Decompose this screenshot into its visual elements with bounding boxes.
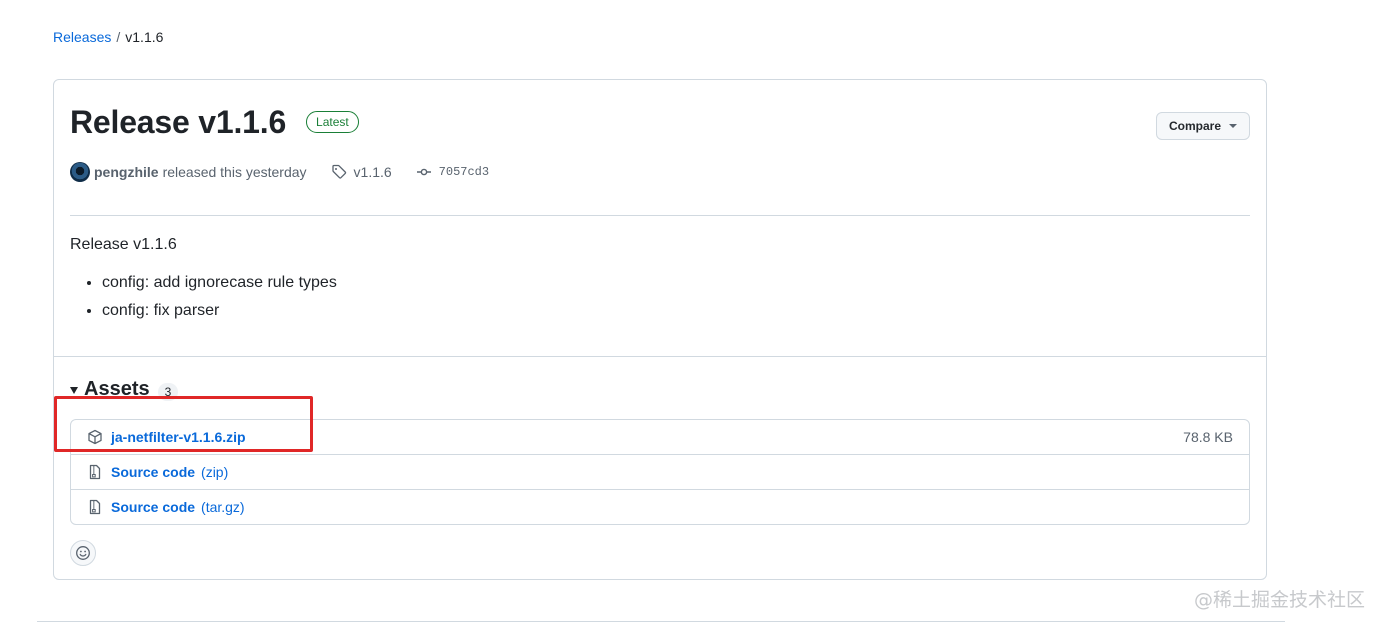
page-divider <box>37 621 1285 622</box>
compare-button[interactable]: Compare <box>1155 112 1250 140</box>
release-header: Release v1.1.6 Latest <box>70 102 359 142</box>
release-card: Release v1.1.6 Latest Compare pengzhile … <box>53 79 1267 580</box>
list-item: config: fix parser <box>102 301 337 321</box>
source-code-zip-link[interactable]: Source code <box>111 464 195 480</box>
release-title[interactable]: Release v1.1.6 <box>70 102 286 142</box>
asset-ext: (tar.gz) <box>201 499 245 515</box>
latest-badge: Latest <box>306 111 359 133</box>
tag-icon <box>331 164 346 179</box>
release-notes: Release v1.1.6 config: add ignorecase ru… <box>70 235 337 329</box>
header-divider <box>70 215 1250 216</box>
watermark: @稀土掘金技术社区 <box>1193 589 1365 611</box>
tag-label: v1.1.6 <box>353 164 392 180</box>
author-link[interactable]: pengzhile <box>94 164 159 180</box>
notes-heading: Release v1.1.6 <box>70 236 177 253</box>
asset-row: Source code (zip) <box>71 454 1249 489</box>
release-meta: pengzhile released this yesterday v1.1.6… <box>70 162 489 182</box>
asset-row: Source code (tar.gz) <box>71 489 1249 524</box>
source-code-targz-link[interactable]: Source code <box>111 499 195 515</box>
asset-size: 78.8 KB <box>1183 429 1233 445</box>
smiley-icon <box>76 546 90 560</box>
add-reaction-button[interactable] <box>70 540 96 566</box>
breadcrumb: Releases / v1.1.6 <box>53 28 163 46</box>
caret-down-icon <box>70 387 78 394</box>
list-item: config: add ignorecase rule types <box>102 273 337 293</box>
commit-icon <box>416 168 431 176</box>
tag-link[interactable]: v1.1.6 <box>331 164 392 180</box>
highlight-box <box>54 396 313 452</box>
breadcrumb-current: v1.1.6 <box>125 29 164 45</box>
file-zip-icon <box>89 464 101 480</box>
asset-ext: (zip) <box>201 464 229 480</box>
assets-divider <box>54 356 1266 357</box>
notes-list: config: add ignorecase rule types config… <box>70 273 337 321</box>
released-text: released this yesterday <box>162 164 307 180</box>
commit-sha: 7057cd3 <box>438 165 490 179</box>
breadcrumb-releases-link[interactable]: Releases <box>53 29 111 45</box>
commit-link[interactable]: 7057cd3 <box>416 164 489 180</box>
file-zip-icon <box>89 499 101 515</box>
breadcrumb-separator: / <box>116 29 121 45</box>
compare-label: Compare <box>1168 119 1221 133</box>
chevron-down-icon <box>1229 124 1237 128</box>
avatar[interactable] <box>70 162 90 182</box>
